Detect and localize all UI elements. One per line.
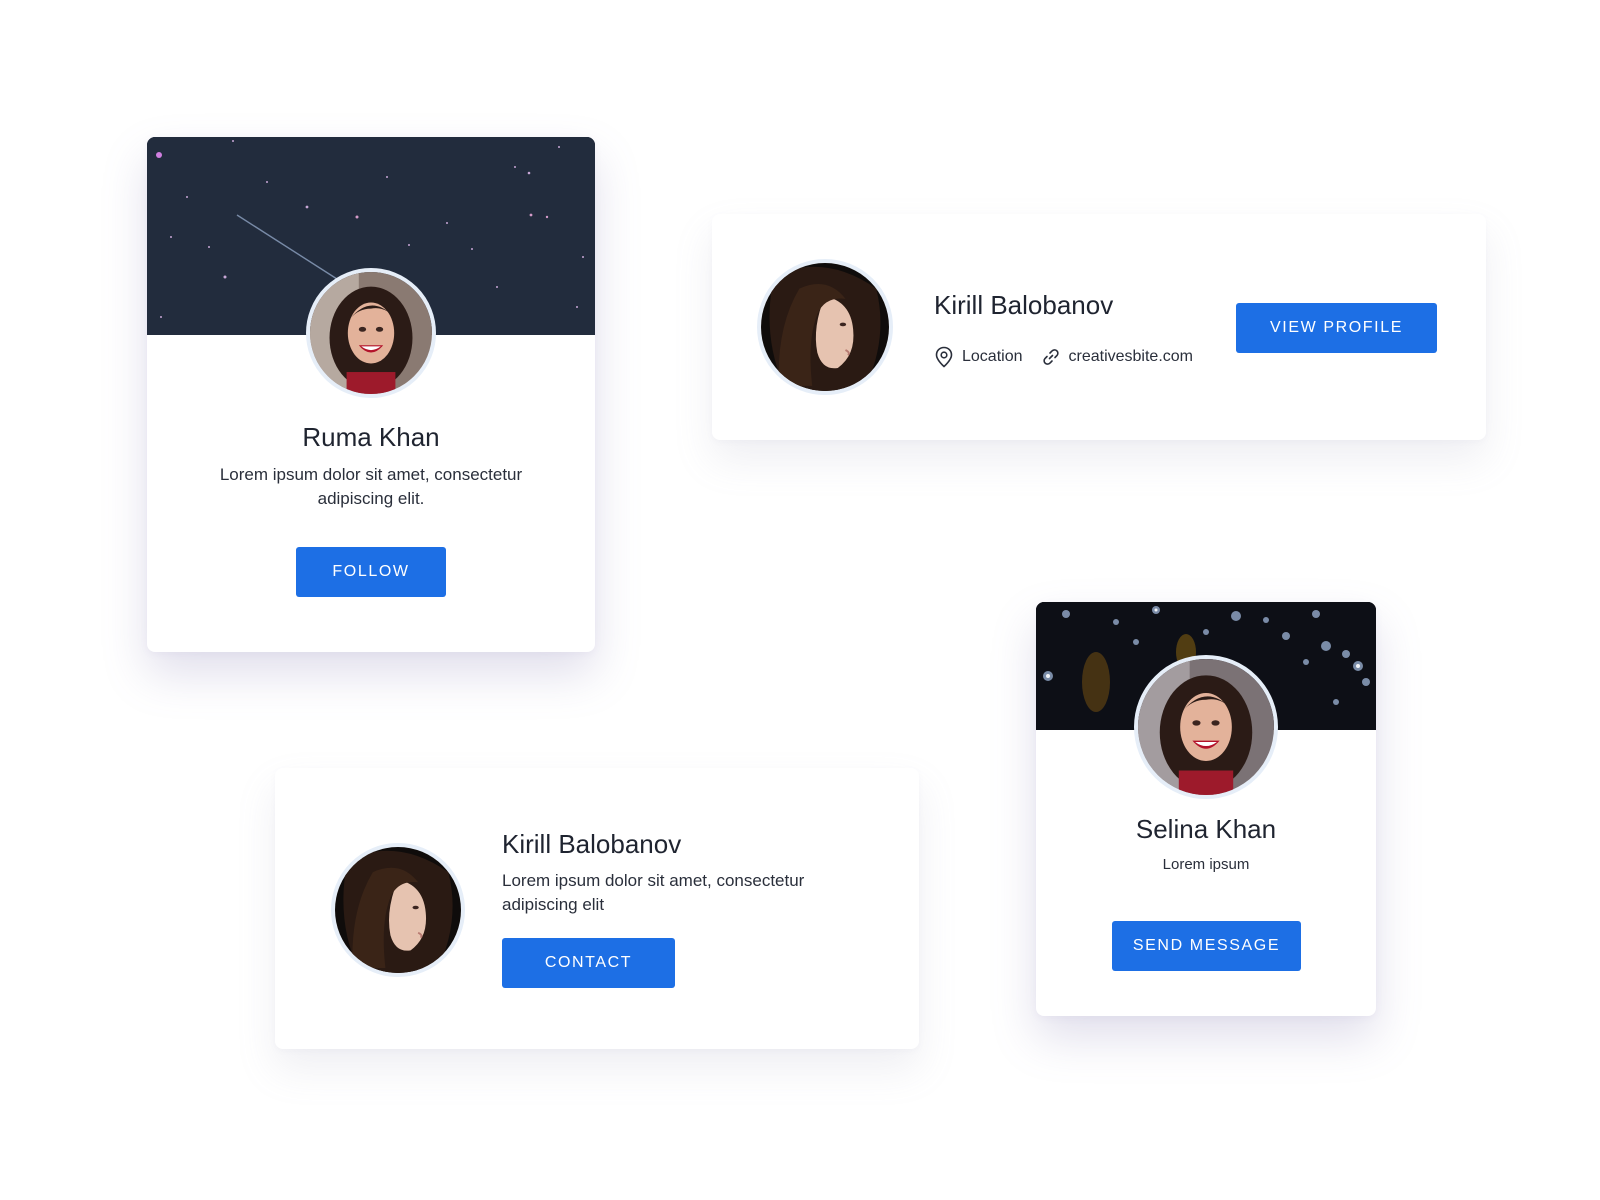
profile-subtitle: Lorem ipsum — [1162, 856, 1250, 873]
avatar — [331, 843, 465, 977]
location-label: Location — [962, 348, 1023, 365]
profile-meta: Location creativesbite.com — [934, 346, 1211, 368]
view-profile-button[interactable]: VIEW PROFILE — [1236, 303, 1437, 353]
avatar — [757, 259, 893, 395]
profile-card-ruma: Ruma Khan Lorem ipsum dolor sit amet, co… — [147, 137, 595, 652]
profile-card-kirill-horizontal: Kirill Balobanov Location creativesbite.… — [712, 214, 1486, 440]
location-item: Location — [934, 346, 1023, 368]
profile-card-selina: Selina Khan Lorem ipsum SEND MESSAGE — [1036, 602, 1376, 1016]
map-pin-icon — [935, 346, 953, 368]
profile-description: Lorem ipsum dolor sit amet, consectetur … — [502, 871, 805, 914]
avatar — [306, 268, 436, 398]
profile-description: Lorem ipsum dolor sit amet, consectetur … — [219, 465, 523, 508]
avatar — [1134, 655, 1278, 799]
profile-name: Kirill Balobanov — [934, 290, 1114, 320]
follow-button[interactable]: FOLLOW — [296, 547, 446, 597]
link-icon — [1042, 349, 1059, 365]
profile-name: Kirill Balobanov — [502, 829, 682, 859]
website-link[interactable]: creativesbite.com — [1069, 348, 1194, 366]
profile-card-kirill-contact: Kirill Balobanov Lorem ipsum dolor sit a… — [275, 768, 919, 1049]
contact-button[interactable]: CONTACT — [502, 938, 675, 988]
profile-name: Selina Khan — [1135, 814, 1277, 844]
send-message-button[interactable]: SEND MESSAGE — [1112, 921, 1301, 971]
website-item[interactable]: creativesbite.com — [1041, 347, 1194, 367]
profile-name: Ruma Khan — [302, 422, 440, 452]
